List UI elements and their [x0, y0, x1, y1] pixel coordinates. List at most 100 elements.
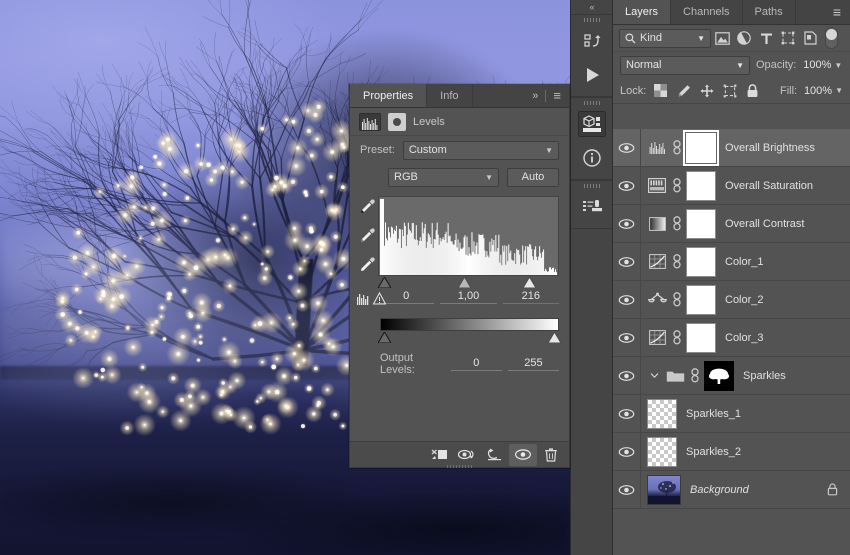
color-balance-icon[interactable]: [647, 290, 667, 310]
filter-pixel-icon[interactable]: [711, 27, 733, 49]
blend-mode-select[interactable]: Normal ▼: [620, 56, 750, 75]
channel-select[interactable]: RGB ▼: [388, 168, 499, 187]
properties-menu-icon[interactable]: ≡: [553, 88, 561, 103]
layer-name[interactable]: Overall Contrast: [725, 218, 804, 230]
fill-value[interactable]: 100%: [800, 85, 832, 97]
levels-icon[interactable]: [359, 113, 381, 131]
gamma-input-slider[interactable]: [458, 277, 471, 288]
filter-smart-object-icon[interactable]: [799, 27, 821, 49]
white-output-slider[interactable]: [548, 332, 561, 343]
lock-artboard-icon[interactable]: [721, 82, 738, 99]
layer-row[interactable]: Overall Brightness: [613, 129, 850, 167]
layer-row[interactable]: Background: [613, 471, 850, 509]
output-white-field[interactable]: 255: [508, 357, 559, 371]
group-mask-thumbnail[interactable]: [704, 361, 734, 391]
toggle-visibility-button[interactable]: [509, 444, 537, 466]
output-black-field[interactable]: 0: [451, 357, 502, 371]
filter-toggle-switch[interactable]: [825, 27, 838, 49]
layer-mask-link-icon[interactable]: [671, 292, 682, 308]
layer-mask-link-icon[interactable]: [671, 216, 682, 232]
white-input-slider[interactable]: [523, 277, 536, 288]
layer-name[interactable]: Sparkles_1: [686, 408, 741, 420]
histogram-refresh-icon[interactable]: [356, 292, 371, 308]
layer-mask-thumbnail[interactable]: [686, 285, 716, 315]
layer-visibility-toggle[interactable]: [613, 319, 641, 357]
histogram-warning-icon[interactable]: [373, 292, 386, 308]
play-icon[interactable]: [571, 58, 613, 92]
delete-button[interactable]: [537, 444, 565, 466]
layer-visibility-toggle[interactable]: [613, 129, 641, 167]
filter-type-icon[interactable]: [755, 27, 777, 49]
preset-select[interactable]: Custom ▼: [403, 141, 559, 160]
layer-row[interactable]: Overall Saturation: [613, 167, 850, 205]
rail-grip-3[interactable]: [571, 181, 612, 190]
layer-name[interactable]: Overall Brightness: [725, 142, 815, 154]
output-levels-sliders[interactable]: [380, 331, 559, 345]
layer-visibility-toggle[interactable]: [613, 281, 641, 319]
auto-button[interactable]: Auto: [507, 168, 559, 187]
layer-row[interactable]: Sparkles_1: [613, 395, 850, 433]
folder-icon[interactable]: [665, 366, 685, 386]
tab-layers[interactable]: Layers: [613, 0, 671, 24]
clip-to-layer-icon[interactable]: [388, 113, 406, 131]
layer-visibility-toggle[interactable]: [613, 433, 641, 471]
layer-thumbnail[interactable]: [647, 437, 677, 467]
curves-icon[interactable]: [647, 252, 667, 272]
info-icon[interactable]: [571, 141, 613, 175]
input-levels-sliders[interactable]: [378, 276, 559, 290]
fill-control[interactable]: Fill: 100% ▼: [780, 85, 843, 97]
layer-row[interactable]: Color_3: [613, 319, 850, 357]
layer-row[interactable]: Sparkles_2: [613, 433, 850, 471]
tab-channels[interactable]: Channels: [671, 0, 742, 24]
layer-name[interactable]: Sparkles_2: [686, 446, 741, 458]
actions-icon[interactable]: [571, 24, 613, 58]
layer-mask-thumbnail[interactable]: [686, 171, 716, 201]
layer-visibility-toggle[interactable]: [613, 205, 641, 243]
layer-mask-link-icon[interactable]: [671, 330, 682, 346]
lock-transparent-pixels-icon[interactable]: [652, 82, 669, 99]
chevron-down-icon-6[interactable]: ▼: [835, 86, 843, 95]
layer-name[interactable]: Background: [690, 484, 749, 496]
white-input-field[interactable]: 216: [503, 290, 559, 304]
tab-paths[interactable]: Paths: [743, 0, 796, 24]
layer-name[interactable]: Color_1: [725, 256, 764, 268]
layer-thumbnail[interactable]: [647, 399, 677, 429]
tab-info[interactable]: Info: [427, 84, 472, 107]
layer-name[interactable]: Color_3: [725, 332, 764, 344]
tab-properties[interactable]: Properties: [350, 84, 427, 107]
brightness-contrast-icon[interactable]: [647, 214, 667, 234]
layer-visibility-toggle[interactable]: [613, 471, 641, 509]
lock-image-pixels-icon[interactable]: [675, 82, 692, 99]
layer-visibility-toggle[interactable]: [613, 357, 641, 395]
layer-visibility-toggle[interactable]: [613, 167, 641, 205]
layer-visibility-toggle[interactable]: [613, 395, 641, 433]
layer-row[interactable]: Color_2: [613, 281, 850, 319]
chevron-down-icon-5[interactable]: ▼: [834, 61, 842, 70]
opacity-value[interactable]: 100%: [799, 59, 831, 71]
black-output-slider[interactable]: [378, 332, 391, 343]
layer-mask-thumbnail[interactable]: [686, 323, 716, 353]
lock-position-icon[interactable]: [698, 82, 715, 99]
layer-name[interactable]: Sparkles: [743, 370, 786, 382]
clip-to-layer-button[interactable]: [425, 444, 453, 466]
group-expand-arrow[interactable]: [647, 371, 661, 380]
view-previous-state-button[interactable]: [453, 444, 481, 466]
panel-resize-grip[interactable]: [350, 464, 569, 468]
properties-icon[interactable]: [571, 107, 613, 141]
layer-mask-link-icon[interactable]: [671, 254, 682, 270]
black-input-field[interactable]: 0: [378, 290, 434, 304]
filter-kind-select[interactable]: Kind ▼: [619, 29, 711, 48]
hue-saturation-icon[interactable]: [647, 176, 667, 196]
reset-button[interactable]: [481, 444, 509, 466]
layer-mask-thumbnail[interactable]: [686, 209, 716, 239]
filter-adjustment-icon[interactable]: [733, 27, 755, 49]
background-thumbnail[interactable]: [647, 475, 681, 505]
curves-icon[interactable]: [647, 328, 667, 348]
layer-row[interactable]: Sparkles: [613, 357, 850, 395]
layer-mask-link-icon[interactable]: [671, 140, 682, 156]
filter-shape-icon[interactable]: [777, 27, 799, 49]
levels-icon[interactable]: [647, 138, 667, 158]
history-icon[interactable]: [571, 190, 613, 224]
gamma-input-field[interactable]: 1,00: [440, 290, 496, 304]
white-point-eyedropper-icon[interactable]: [359, 256, 376, 276]
